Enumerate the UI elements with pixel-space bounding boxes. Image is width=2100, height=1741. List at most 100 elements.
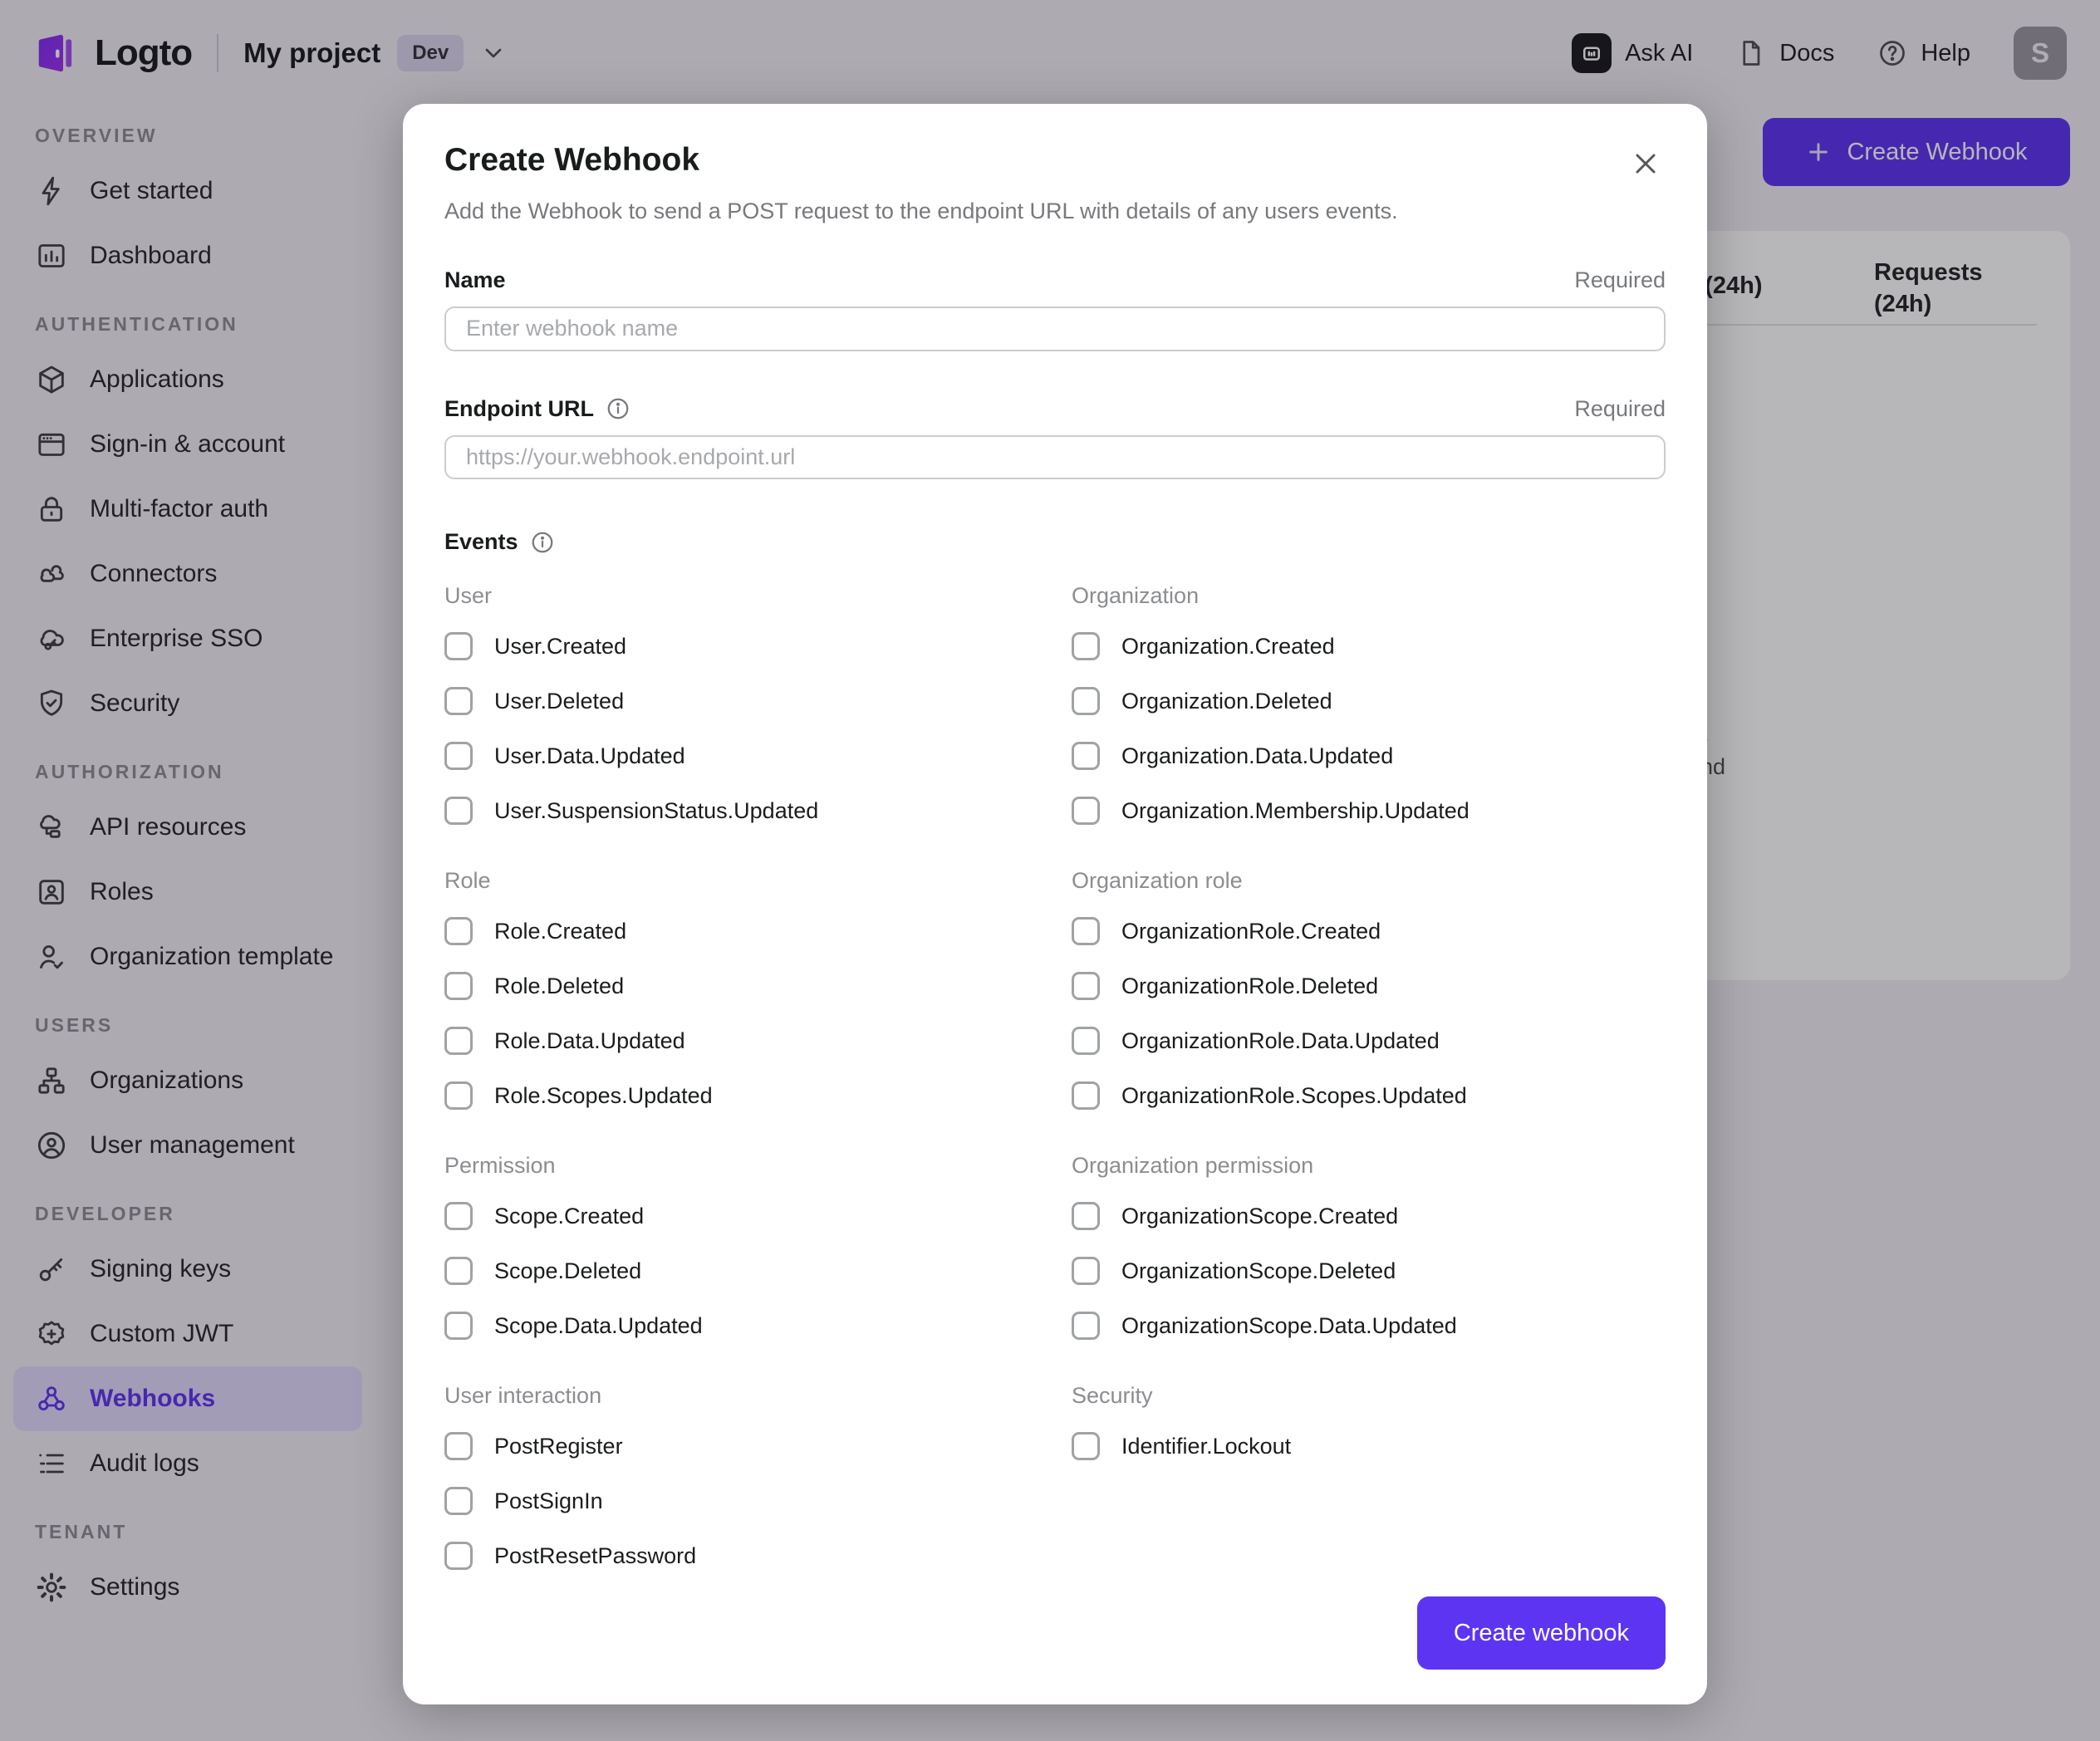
role-deleted-checkbox[interactable] [444, 972, 473, 1000]
event-group-title: Organization role [1072, 868, 1243, 893]
event-option-user-suspensionstatus-updated[interactable]: User.SuspensionStatus.Updated [444, 797, 1038, 825]
event-option-organizationrole-scopes-updated[interactable]: OrganizationRole.Scopes.Updated [1072, 1081, 1666, 1110]
organizationrole-data-updated-checkbox[interactable] [1072, 1027, 1100, 1055]
event-option-label: OrganizationRole.Created [1121, 918, 1381, 944]
identifier-lockout-checkbox[interactable] [1072, 1432, 1100, 1460]
close-icon[interactable] [1629, 145, 1666, 182]
user-data-updated-checkbox[interactable] [444, 742, 473, 770]
event-option-label: OrganizationScope.Created [1121, 1203, 1399, 1229]
organizationscope-data-updated-checkbox[interactable] [1072, 1312, 1100, 1340]
user-suspensionstatus-updated-checkbox[interactable] [444, 797, 473, 825]
event-option-postresetpassword[interactable]: PostResetPassword [444, 1542, 1038, 1570]
event-option-user-created[interactable]: User.Created [444, 632, 1038, 660]
event-option-role-scopes-updated[interactable]: Role.Scopes.Updated [444, 1081, 1038, 1110]
event-group-title: Security [1072, 1383, 1153, 1408]
event-group-user: User User.Created User.Deleted User.Data.Up… [444, 566, 1038, 851]
endpoint-info-icon[interactable] [606, 396, 630, 421]
event-option-user-data-updated[interactable]: User.Data.Updated [444, 742, 1038, 770]
event-option-label: User.Data.Updated [494, 743, 685, 768]
user-deleted-checkbox[interactable] [444, 687, 473, 715]
event-option-role-deleted[interactable]: Role.Deleted [444, 972, 1038, 1000]
postsignin-checkbox[interactable] [444, 1487, 473, 1515]
event-option-label: OrganizationScope.Deleted [1121, 1258, 1396, 1283]
modal-title: Create Webhook [444, 142, 700, 178]
event-option-label: Scope.Created [494, 1203, 645, 1229]
role-created-checkbox[interactable] [444, 917, 473, 945]
event-option-organization-data-updated[interactable]: Organization.Data.Updated [1072, 742, 1666, 770]
event-option-role-data-updated[interactable]: Role.Data.Updated [444, 1027, 1038, 1055]
event-option-role-created[interactable]: Role.Created [444, 917, 1038, 945]
role-scopes-updated-checkbox[interactable] [444, 1081, 473, 1110]
event-option-label: Organization.Created [1121, 633, 1335, 659]
role-data-updated-checkbox[interactable] [444, 1027, 473, 1055]
event-option-organizationrole-deleted[interactable]: OrganizationRole.Deleted [1072, 972, 1666, 1000]
event-group-role: Role Role.Created Role.Deleted Role.Data.Up… [444, 851, 1038, 1136]
organization-data-updated-checkbox[interactable] [1072, 742, 1100, 770]
event-option-label: PostRegister [494, 1433, 623, 1459]
events-label: Events [444, 529, 518, 554]
create-webhook-modal: Create Webhook Add the Webhook to send a… [403, 104, 1707, 1704]
events-info-icon[interactable] [530, 530, 555, 555]
event-option-organization-created[interactable]: Organization.Created [1072, 632, 1666, 660]
modal-description: Add the Webhook to send a POST request t… [444, 199, 1398, 223]
event-option-label: Organization.Deleted [1121, 688, 1332, 714]
postregister-checkbox[interactable] [444, 1432, 473, 1460]
name-field-label: Name [444, 267, 506, 292]
event-group-organization: Organization Organization.Created Organiza… [1072, 566, 1666, 851]
event-group-title: User [444, 583, 493, 608]
event-option-identifier-lockout[interactable]: Identifier.Lockout [1072, 1432, 1666, 1460]
event-option-organizationrole-created[interactable]: OrganizationRole.Created [1072, 917, 1666, 945]
event-option-label: Identifier.Lockout [1121, 1433, 1292, 1459]
event-option-organization-membership-updated[interactable]: Organization.Membership.Updated [1072, 797, 1666, 825]
event-group-title: Organization [1072, 583, 1200, 608]
event-option-scope-created[interactable]: Scope.Created [444, 1202, 1038, 1230]
organization-deleted-checkbox[interactable] [1072, 687, 1100, 715]
event-option-postregister[interactable]: PostRegister [444, 1432, 1038, 1460]
event-group-title: Permission [444, 1153, 556, 1178]
event-group-security: Security Identifier.Lockout [1072, 1366, 1666, 1596]
create-webhook-submit-button[interactable]: Create webhook [1416, 1596, 1666, 1670]
organizationrole-scopes-updated-checkbox[interactable] [1072, 1081, 1100, 1110]
event-option-organizationscope-data-updated[interactable]: OrganizationScope.Data.Updated [1072, 1312, 1666, 1340]
organizationrole-created-checkbox[interactable] [1072, 917, 1100, 945]
scope-created-checkbox[interactable] [444, 1202, 473, 1230]
event-option-organizationscope-created[interactable]: OrganizationScope.Created [1072, 1202, 1666, 1230]
event-group-title: Organization permission [1072, 1153, 1314, 1178]
organizationscope-created-checkbox[interactable] [1072, 1202, 1100, 1230]
event-option-user-deleted[interactable]: User.Deleted [444, 687, 1038, 715]
event-group-title: Role [444, 868, 491, 893]
event-option-label: User.SuspensionStatus.Updated [494, 797, 819, 823]
event-option-scope-deleted[interactable]: Scope.Deleted [444, 1257, 1038, 1285]
event-option-postsignin[interactable]: PostSignIn [444, 1487, 1038, 1515]
scope-data-updated-checkbox[interactable] [444, 1312, 473, 1340]
organization-membership-updated-checkbox[interactable] [1072, 797, 1100, 825]
event-option-label: PostSignIn [494, 1488, 603, 1513]
event-group-permission: Permission Scope.Created Scope.Deleted Scop… [444, 1136, 1038, 1366]
event-group-user-interaction: User interaction PostRegister PostSignIn Po… [444, 1366, 1038, 1596]
event-option-organizationrole-data-updated[interactable]: OrganizationRole.Data.Updated [1072, 1027, 1666, 1055]
event-option-label: Organization.Membership.Updated [1121, 797, 1470, 823]
event-option-scope-data-updated[interactable]: Scope.Data.Updated [444, 1312, 1038, 1340]
event-group-organization-role: Organization role OrganizationRole.Create… [1072, 851, 1666, 1136]
event-option-organization-deleted[interactable]: Organization.Deleted [1072, 687, 1666, 715]
event-option-label: Role.Deleted [494, 973, 625, 998]
event-option-label: Role.Created [494, 918, 627, 944]
organizationscope-deleted-checkbox[interactable] [1072, 1257, 1100, 1285]
endpoint-url-input[interactable] [444, 434, 1666, 479]
user-created-checkbox[interactable] [444, 632, 473, 660]
event-option-label: Role.Data.Updated [494, 1027, 685, 1053]
event-option-label: OrganizationScope.Data.Updated [1121, 1312, 1457, 1338]
scope-deleted-checkbox[interactable] [444, 1257, 473, 1285]
webhook-name-input[interactable] [444, 307, 1666, 351]
event-group-organization-permission: Organization permission OrganizationScope… [1072, 1136, 1666, 1366]
organization-created-checkbox[interactable] [1072, 632, 1100, 660]
event-option-label: User.Deleted [494, 688, 625, 714]
event-option-label: Scope.Data.Updated [494, 1312, 703, 1338]
event-option-label: Organization.Data.Updated [1121, 743, 1394, 768]
event-option-label: User.Created [494, 633, 627, 659]
event-option-organizationscope-deleted[interactable]: OrganizationScope.Deleted [1072, 1257, 1666, 1285]
organizationrole-deleted-checkbox[interactable] [1072, 972, 1100, 1000]
endpoint-field-label: Endpoint URL [444, 395, 594, 421]
postresetpassword-checkbox[interactable] [444, 1542, 473, 1570]
endpoint-required-tag: Required [1574, 395, 1666, 421]
